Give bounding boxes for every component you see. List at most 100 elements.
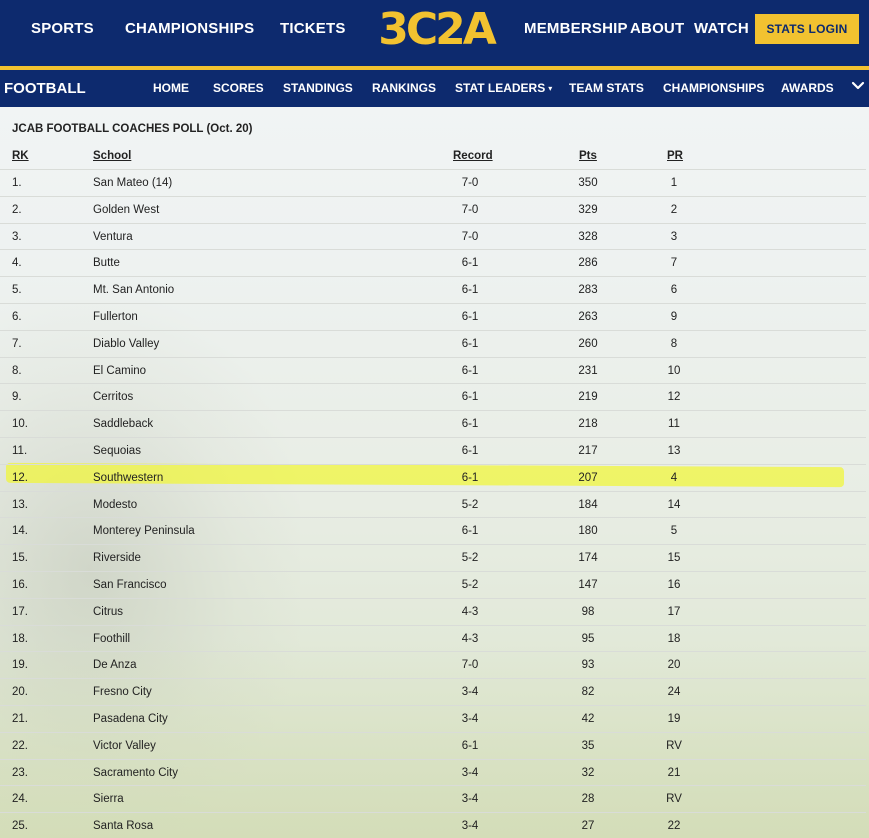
table-row: 21. Pasadena City 3-4 42 19: [0, 704, 866, 732]
points-cell: 207: [578, 471, 598, 484]
stat-leaders-label: STAT LEADERS: [455, 81, 546, 95]
points-cell: 28: [581, 793, 595, 806]
rank-cell: 15.: [12, 552, 28, 565]
subnav-championships[interactable]: CHAMPIONSHIPS: [663, 81, 764, 95]
previous-rank-cell: 20: [667, 659, 681, 672]
record-cell: 6-1: [461, 364, 479, 377]
school-cell: San Francisco: [93, 578, 167, 591]
school-cell: Modesto: [93, 498, 138, 511]
rank-cell: 6.: [12, 310, 22, 323]
school-cell: Saddleback: [93, 418, 154, 431]
header-pr[interactable]: PR: [667, 150, 683, 162]
record-cell: 4-3: [461, 605, 479, 618]
rank-cell: 9.: [12, 391, 22, 404]
previous-rank-cell: 11: [668, 418, 680, 431]
record-cell: 3-4: [461, 793, 479, 806]
table-row: 17. Citrus 4-3 98 17: [0, 597, 866, 625]
table-row: 24. Sierra 3-4 28 RV: [0, 785, 866, 812]
subnav-home[interactable]: HOME: [153, 81, 189, 95]
subnav-rankings[interactable]: RANKINGS: [372, 81, 436, 95]
rank-cell: 17.: [12, 605, 28, 618]
record-cell: 6-1: [461, 257, 479, 270]
record-cell: 7-0: [461, 177, 479, 189]
subnav-team-stats[interactable]: TEAM STATS: [569, 81, 644, 95]
record-cell: 6-1: [461, 337, 479, 350]
previous-rank-cell: 18: [667, 632, 681, 645]
previous-rank-cell: RV: [666, 793, 682, 806]
table-row: 20. Fresno City 3-4 82 24: [0, 678, 866, 705]
subnav-stat-leaders[interactable]: STAT LEADERS ▾: [455, 81, 552, 95]
previous-rank-cell: 17: [667, 605, 681, 618]
3c2a-logo[interactable]: 3C2A: [374, 6, 498, 54]
header-record[interactable]: Record: [453, 150, 493, 162]
table-row: 5. Mt. San Antonio 6-1 283 6: [0, 276, 866, 303]
points-cell: 260: [578, 337, 598, 350]
rank-cell: 4.: [12, 257, 22, 270]
previous-rank-cell: 3: [670, 230, 678, 243]
header-rk[interactable]: RK: [12, 150, 29, 162]
points-cell: 93: [581, 659, 595, 672]
poll-title: JCAB FOOTBALL COACHES POLL (Oct. 20): [12, 123, 253, 135]
table-row: 10. Saddleback 6-1 218 11: [0, 410, 866, 437]
nav-watch[interactable]: WATCH: [694, 20, 749, 37]
rank-cell: 23.: [12, 766, 28, 779]
school-cell: Diablo Valley: [93, 337, 160, 350]
subnav-standings[interactable]: STANDINGS: [283, 81, 353, 95]
table-row: 6. Fullerton 6-1 263 9: [0, 302, 866, 330]
points-cell: 329: [578, 203, 598, 216]
chevron-down-icon[interactable]: [851, 79, 865, 93]
subnav-awards[interactable]: AWARDS: [781, 81, 834, 95]
header-pts[interactable]: Pts: [579, 150, 597, 162]
points-cell: 95: [581, 632, 595, 645]
school-cell: De Anza: [93, 659, 137, 672]
table-row: 19. De Anza 7-0 93 20: [0, 651, 866, 678]
stats-login-button[interactable]: STATS LOGIN: [755, 14, 859, 44]
table-row: 25. Santa Rosa 3-4 27 22: [0, 812, 866, 838]
table-row: 16. San Francisco 5-2 147 16: [0, 570, 866, 598]
sport-title[interactable]: FOOTBALL: [4, 80, 86, 97]
previous-rank-cell: 15: [667, 552, 681, 565]
points-cell: 174: [578, 552, 598, 565]
points-cell: 219: [578, 391, 598, 404]
record-cell: 3-4: [461, 820, 479, 833]
points-cell: 184: [578, 498, 598, 511]
table-row: 3. Ventura 7-0 328 3: [0, 222, 866, 250]
record-cell: 6-1: [461, 471, 479, 484]
school-cell: Monterey Peninsula: [93, 525, 195, 538]
previous-rank-cell: 5: [670, 525, 678, 538]
previous-rank-cell: 16: [667, 578, 681, 591]
nav-membership[interactable]: MEMBERSHIP: [524, 20, 628, 37]
previous-rank-cell: 1: [670, 177, 678, 189]
points-cell: 218: [578, 418, 598, 431]
record-cell: 5-2: [461, 498, 479, 511]
nav-sports[interactable]: SPORTS: [31, 20, 94, 37]
school-cell: Riverside: [93, 552, 141, 565]
previous-rank-cell: 7: [670, 257, 678, 270]
nav-about[interactable]: ABOUT: [630, 20, 684, 37]
school-cell: Sequoias: [93, 444, 141, 457]
school-cell: Ventura: [93, 230, 133, 243]
nav-championships[interactable]: CHAMPIONSHIPS: [125, 20, 254, 37]
table-row: 12. Southwestern 6-1 207 4: [0, 463, 866, 491]
table-row: 22. Victor Valley 6-1 35 RV: [0, 731, 866, 759]
nav-tickets[interactable]: TICKETS: [280, 20, 346, 37]
school-cell: Mt. San Antonio: [93, 284, 175, 297]
subnav-scores[interactable]: SCORES: [213, 81, 264, 95]
record-cell: 6-1: [461, 310, 479, 323]
previous-rank-cell: 8: [670, 337, 678, 350]
school-cell: Citrus: [93, 605, 124, 618]
school-cell: Victor Valley: [93, 739, 156, 752]
rank-cell: 13.: [12, 498, 28, 511]
previous-rank-cell: 14: [667, 498, 681, 511]
rank-cell: 25.: [12, 820, 28, 833]
header-school[interactable]: School: [93, 150, 131, 162]
record-cell: 3-4: [461, 686, 479, 699]
rank-cell: 20.: [12, 686, 28, 699]
record-cell: 6-1: [461, 444, 479, 457]
previous-rank-cell: 24: [667, 686, 681, 699]
record-cell: 6-1: [461, 739, 479, 752]
sport-subnav: FOOTBALL HOME SCORES STANDINGS RANKINGS …: [0, 70, 869, 107]
previous-rank-cell: 19: [667, 712, 681, 725]
record-cell: 4-3: [461, 632, 479, 645]
record-cell: 6-1: [461, 284, 479, 297]
